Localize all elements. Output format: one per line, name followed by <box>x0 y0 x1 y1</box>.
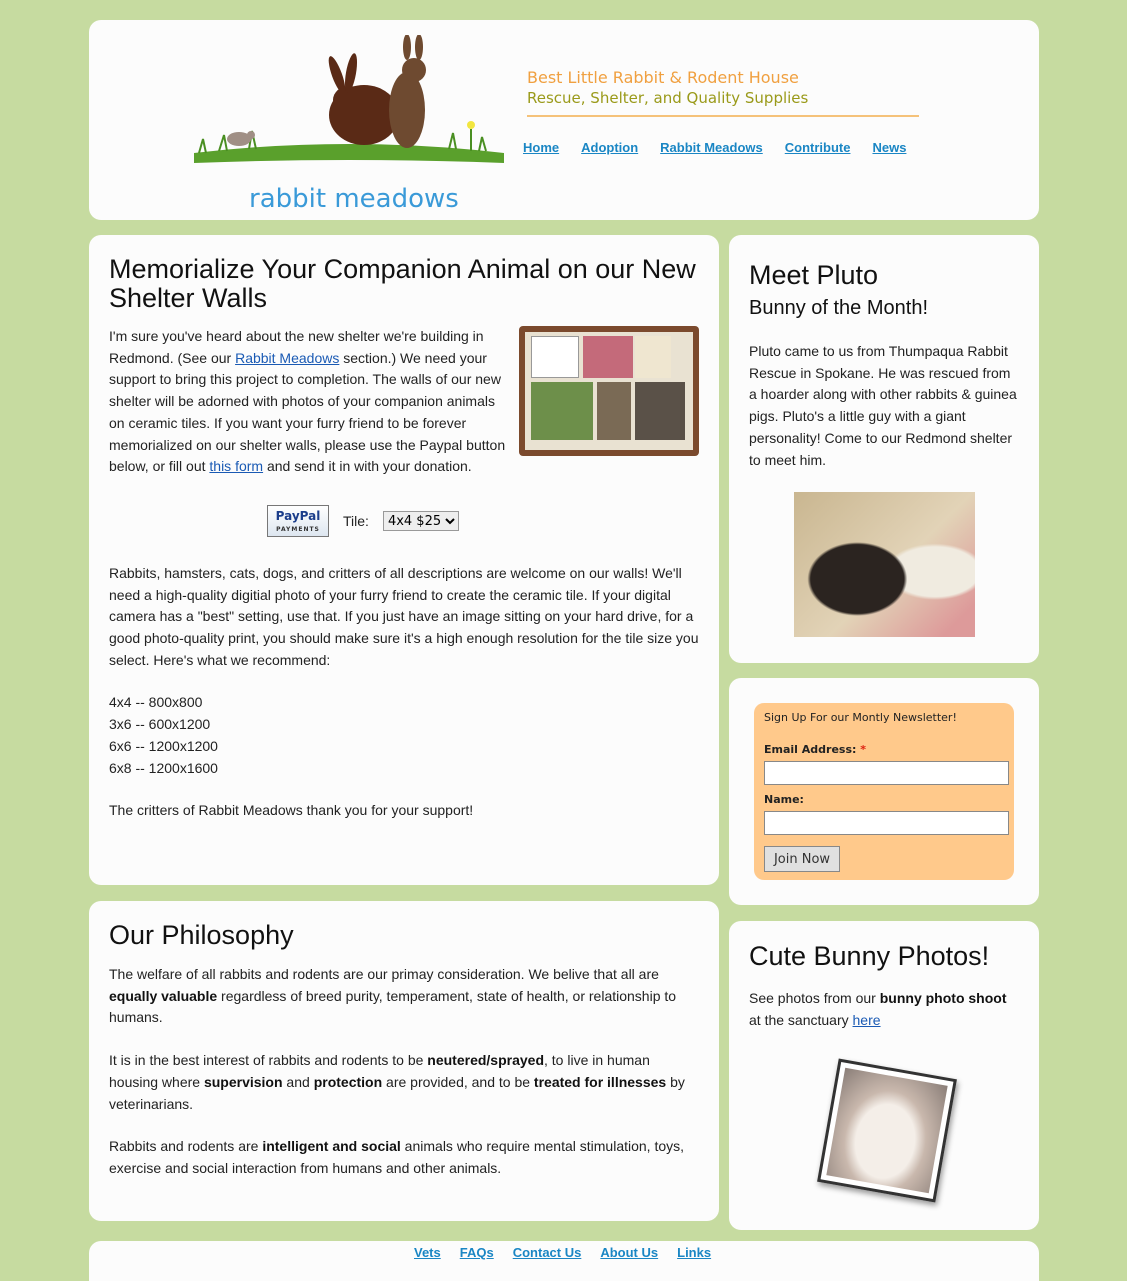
paypal-button[interactable]: PayPal PAYMENTS <box>267 505 329 537</box>
footer-faqs[interactable]: FAQs <box>460 1245 494 1260</box>
philosophy-panel: Our Philosophy The welfare of all rabbit… <box>89 901 719 1221</box>
footer-contact-us[interactable]: Contact Us <box>513 1245 582 1260</box>
nav-contribute[interactable]: Contribute <box>785 140 851 155</box>
size-item: 6x8 -- 1200x1600 <box>109 759 218 776</box>
size-list: 4x4 -- 800x800 3x6 -- 600x1200 6x6 -- 12… <box>109 692 699 779</box>
newsletter-form: Sign Up For our Montly Newsletter! Email… <box>754 703 1014 880</box>
logo-text: rabbit meadows <box>249 184 459 214</box>
photos-heading: Cute Bunny Photos! <box>749 941 990 971</box>
tile-wall-photo <box>519 326 699 456</box>
newsletter-panel: Sign Up For our Montly Newsletter! Email… <box>729 678 1039 905</box>
memorial-intro: I'm sure you've heard about the new shel… <box>109 326 514 478</box>
memorial-thanks: The critters of Rabbit Meadows thank you… <box>109 802 474 819</box>
paypal-logo-text: PayPal <box>275 509 321 523</box>
memorial-panel: Memorialize Your Companion Animal on our… <box>89 235 719 885</box>
footer-nav: Vets FAQs Contact Us About Us Links <box>414 1245 730 1260</box>
memorial-para2: Rabbits, hamsters, cats, dogs, and critt… <box>109 564 699 668</box>
pluto-photo <box>794 492 975 637</box>
intro-text-3: and send it in with your donation. <box>263 458 472 475</box>
size-item: 6x6 -- 1200x1200 <box>109 737 218 754</box>
pluto-panel: Meet Pluto Bunny of the Month! Pluto cam… <box>729 235 1039 663</box>
site-title-line1: Best Little Rabbit & Rodent House <box>527 68 799 87</box>
tile-size-select[interactable]: 4x4 $25 <box>382 511 459 531</box>
footer-vets[interactable]: Vets <box>414 1245 441 1260</box>
nav-news[interactable]: News <box>872 140 906 155</box>
rabbit-meadows-link[interactable]: Rabbit Meadows <box>235 350 339 366</box>
tile-label: Tile: <box>343 513 369 529</box>
footer-links[interactable]: Links <box>677 1245 711 1260</box>
email-field[interactable] <box>764 761 1009 785</box>
paypal-sub-text: PAYMENTS <box>276 526 320 533</box>
photos-panel: Cute Bunny Photos! See photos from our b… <box>729 921 1039 1230</box>
join-now-button[interactable]: Join Now <box>764 846 840 872</box>
footer: Vets FAQs Contact Us About Us Links <box>89 1241 1039 1281</box>
newsletter-title: Sign Up For our Montly Newsletter! <box>764 711 957 724</box>
pluto-text: Pluto came to us from Thumpaqua Rabbit R… <box>749 343 1017 468</box>
size-item: 4x4 -- 800x800 <box>109 694 203 711</box>
philosophy-p3: Rabbits and rodents are intelligent and … <box>109 1138 685 1176</box>
photos-text: See photos from our bunny photo shoot at… <box>749 990 1007 1028</box>
footer-about-us[interactable]: About Us <box>600 1245 658 1260</box>
site-title-line2: Rescue, Shelter, and Quality Supplies <box>527 89 809 107</box>
title-divider <box>527 115 919 117</box>
size-item: 3x6 -- 600x1200 <box>109 716 211 733</box>
nav-rabbit-meadows[interactable]: Rabbit Meadows <box>660 140 763 155</box>
header: rabbit meadows Best Little Rabbit & Rode… <box>89 20 1039 220</box>
photos-here-link[interactable]: here <box>853 1012 881 1028</box>
name-field[interactable] <box>764 811 1009 835</box>
intro-text-2: section.) We need your support to bring … <box>109 349 506 475</box>
rabbit-meadows-logo: rabbit meadows <box>194 35 504 214</box>
philosophy-p2: It is in the best interest of rabbits an… <box>109 1052 685 1112</box>
nav-adoption[interactable]: Adoption <box>581 140 638 155</box>
name-label: Name: <box>764 793 804 806</box>
bunny-photo[interactable] <box>817 1058 957 1203</box>
required-mark: * <box>860 743 867 756</box>
email-label: Email Address: * <box>764 743 867 756</box>
philosophy-heading: Our Philosophy <box>109 920 294 950</box>
pluto-heading: Meet Pluto <box>749 260 879 290</box>
pluto-subheading: Bunny of the Month! <box>749 297 929 319</box>
site-title: Best Little Rabbit & Rodent House Rescue… <box>527 68 808 108</box>
this-form-link[interactable]: this form <box>209 458 263 474</box>
main-nav: Home Adoption Rabbit Meadows Contribute … <box>523 140 928 155</box>
memorial-heading: Memorialize Your Companion Animal on our… <box>109 254 696 313</box>
philosophy-p1: The welfare of all rabbits and rodents a… <box>109 966 677 1026</box>
paypal-row: PayPal PAYMENTS Tile: 4x4 $25 <box>267 505 459 537</box>
nav-home[interactable]: Home <box>523 140 559 155</box>
